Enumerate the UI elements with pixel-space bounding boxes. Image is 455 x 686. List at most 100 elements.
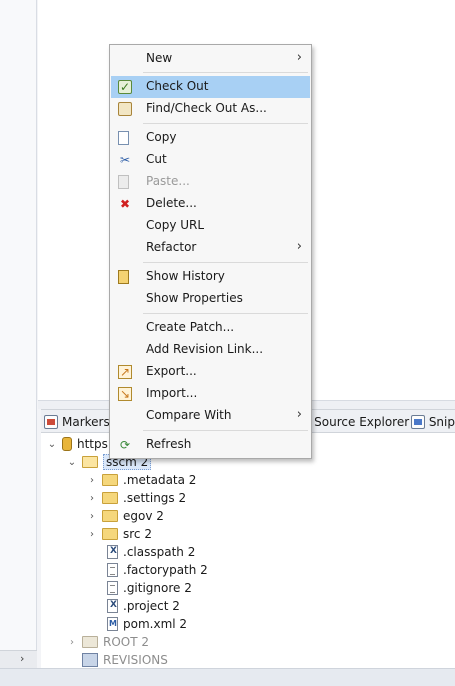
menu-item-label: Check Out: [146, 79, 209, 93]
menu-item-copy[interactable]: Copy: [111, 127, 310, 149]
menu-item-refresh[interactable]: ⟳ Refresh: [111, 434, 310, 456]
repo-label: https: [77, 437, 108, 451]
tree-item-label: pom.xml 2: [123, 617, 188, 631]
collapse-icon[interactable]: ›: [67, 637, 77, 648]
tab-markers[interactable]: Markers: [44, 412, 110, 432]
tree-item-label: ROOT 2: [103, 635, 150, 649]
tab-source-explorer[interactable]: a Source Explorer: [303, 412, 409, 432]
menu-item-label: Import...: [146, 386, 198, 400]
expand-icon[interactable]: ⌄: [67, 457, 77, 468]
menu-item-check-out[interactable]: ✓ Check Out: [111, 76, 310, 98]
menu-item-label: Show History: [146, 269, 225, 283]
menu-item-label: Copy: [146, 130, 177, 144]
text-file-icon: [107, 581, 118, 595]
revisions-icon: [82, 653, 98, 667]
menu-item-label: Show Properties: [146, 291, 243, 305]
folder-icon: [102, 474, 118, 486]
import-icon: ↘: [118, 387, 132, 401]
left-panel: ›: [0, 0, 37, 686]
repository-icon: [62, 437, 72, 451]
menu-item-label: Compare With: [146, 408, 232, 422]
menu-item-refactor[interactable]: Refactor ›: [111, 237, 310, 259]
menu-separator: [143, 262, 308, 263]
menu-item-paste[interactable]: Paste...: [111, 171, 310, 193]
collapse-icon[interactable]: ›: [87, 475, 97, 486]
tree-item-label: .factorypath 2: [123, 563, 208, 577]
tree-row-revisions[interactable]: REVISIONS: [82, 651, 168, 669]
folder-icon: [102, 510, 118, 522]
tree-item-label: .settings 2: [123, 491, 187, 505]
tree-row-factorypath[interactable]: .factorypath 2: [107, 561, 208, 579]
menu-item-show-history[interactable]: Show History: [111, 266, 310, 288]
tree-row-pom[interactable]: pom.xml 2: [107, 615, 187, 633]
xml-file-icon: [107, 545, 118, 559]
refresh-icon: ⟳: [119, 438, 131, 452]
menu-item-label: Find/Check Out As...: [146, 101, 267, 115]
menu-item-create-patch[interactable]: Create Patch...: [111, 317, 310, 339]
folder-icon: [102, 492, 118, 504]
menu-item-add-revision-link[interactable]: Add Revision Link...: [111, 339, 310, 361]
status-bar: [0, 668, 455, 686]
tree-row-settings[interactable]: › .settings 2: [87, 489, 186, 507]
tree-row-root[interactable]: › ROOT 2: [67, 633, 149, 651]
paste-icon: [118, 175, 129, 189]
scroll-right-icon[interactable]: ›: [20, 652, 24, 665]
menu-separator: [143, 313, 308, 314]
menu-separator: [143, 123, 308, 124]
folder-icon: [82, 636, 98, 648]
tree-row-gitignore[interactable]: .gitignore 2: [107, 579, 192, 597]
tree-row-repo[interactable]: ⌄ https: [47, 435, 108, 453]
xml-file-icon: [107, 599, 118, 613]
tree-item-label: .project 2: [123, 599, 180, 613]
markers-icon: [44, 415, 58, 429]
tree-item-label: REVISIONS: [103, 653, 168, 667]
tab-snippets-label: Snip: [428, 415, 455, 429]
menu-item-import[interactable]: ↘ Import...: [111, 383, 310, 405]
submenu-arrow-icon: ›: [296, 407, 302, 422]
copy-icon: [118, 131, 129, 145]
delete-icon: ✖: [119, 197, 131, 211]
submenu-arrow-icon: ›: [296, 50, 302, 65]
menu-item-export[interactable]: ↗ Export...: [111, 361, 310, 383]
horizontal-scrollbar[interactable]: ›: [0, 650, 37, 668]
menu-item-label: Export...: [146, 364, 197, 378]
folder-icon: [102, 528, 118, 540]
tree-item-label: .gitignore 2: [123, 581, 192, 595]
tab-source-explorer-label: a Source Explorer: [303, 415, 410, 429]
menu-item-new[interactable]: New ›: [111, 48, 310, 70]
collapse-icon[interactable]: ›: [87, 511, 97, 522]
tree-row-classpath[interactable]: .classpath 2: [107, 543, 195, 561]
tree-row-egov[interactable]: › egov 2: [87, 507, 164, 525]
menu-item-label: Copy URL: [146, 218, 205, 232]
menu-item-label: Cut: [146, 152, 167, 166]
menu-item-find-check-out-as[interactable]: Find/Check Out As...: [111, 98, 310, 120]
snippets-icon: [410, 415, 425, 429]
menu-item-compare-with[interactable]: Compare With ›: [111, 405, 310, 427]
collapse-icon[interactable]: ›: [87, 493, 97, 504]
context-menu: New › ✓ Check Out Find/Check Out As... C…: [109, 44, 312, 459]
menu-separator: [143, 72, 308, 73]
menu-item-label: Refactor: [146, 240, 197, 254]
tree-row-project[interactable]: .project 2: [107, 597, 180, 615]
menu-item-label: Create Patch...: [146, 320, 235, 334]
find-checkout-icon: [118, 102, 132, 116]
tab-snippets[interactable]: Snip: [410, 412, 455, 432]
history-icon: [118, 270, 129, 284]
tree-row-src[interactable]: › src 2: [87, 525, 152, 543]
menu-item-delete[interactable]: ✖ Delete...: [111, 193, 310, 215]
menu-item-label: Refresh: [146, 437, 192, 451]
collapse-icon[interactable]: ›: [87, 529, 97, 540]
expand-icon[interactable]: ⌄: [47, 439, 57, 450]
menu-item-label: Delete...: [146, 196, 197, 210]
tree-row-metadata[interactable]: › .metadata 2: [87, 471, 196, 489]
menu-item-show-properties[interactable]: Show Properties: [111, 288, 310, 310]
menu-item-cut[interactable]: ✂ Cut: [111, 149, 310, 171]
menu-item-copy-url[interactable]: Copy URL: [111, 215, 310, 237]
export-icon: ↗: [118, 365, 132, 379]
tree-item-label: egov 2: [123, 509, 164, 523]
menu-item-label: Add Revision Link...: [146, 342, 264, 356]
cut-icon: ✂: [119, 153, 131, 167]
tree-item-label: src 2: [123, 527, 152, 541]
menu-item-label: New: [146, 51, 173, 65]
menu-separator: [143, 430, 308, 431]
